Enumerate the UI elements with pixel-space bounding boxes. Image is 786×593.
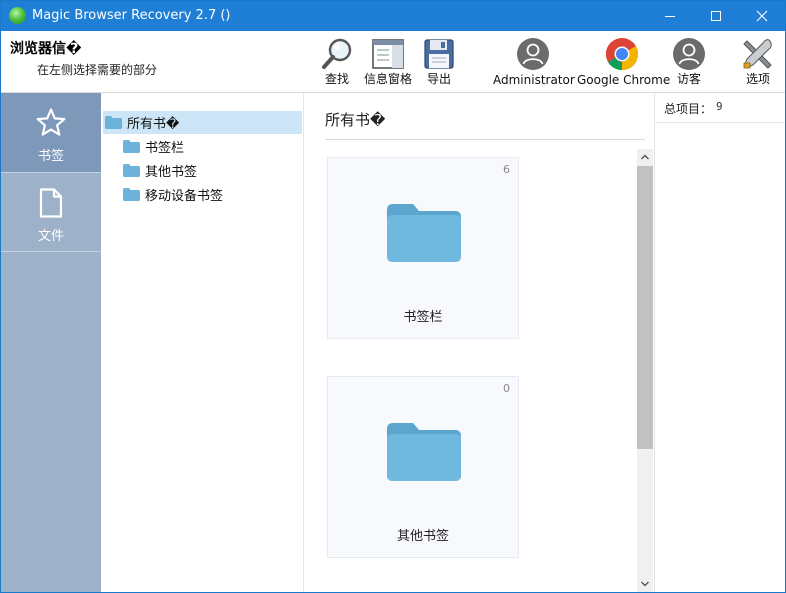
scroll-thumb[interactable]: [637, 166, 653, 449]
scroll-up-button[interactable]: [637, 149, 653, 165]
browser-chrome-label: Google Chrome: [577, 73, 671, 87]
chrome-icon: [605, 38, 639, 71]
star-icon: [36, 108, 66, 136]
bookmark-tree: 所有书� 书签栏 其他书签 移动设备书签: [101, 93, 303, 592]
search-button-label: 查找: [324, 72, 349, 86]
title-bar[interactable]: Magic Browser Recovery 2.7 (): [1, 1, 785, 31]
nav-item-bookmarks-label: 书签: [37, 149, 64, 164]
content-divider: [325, 139, 645, 140]
nav-item-files[interactable]: 文件: [1, 173, 101, 252]
folder-card-bookmarks-bar[interactable]: 6 书签栏: [327, 157, 519, 339]
profile-guest-label: 访客: [676, 72, 701, 86]
nav-divider: [1, 251, 101, 252]
close-button[interactable]: [739, 1, 785, 31]
info-pane-icon: [372, 39, 404, 69]
folder-icon: [123, 188, 140, 201]
user-avatar-icon: [517, 38, 549, 70]
maximize-icon: [711, 11, 721, 21]
minimize-icon: [665, 16, 675, 17]
nav-item-files-label: 文件: [37, 229, 64, 244]
search-button[interactable]: 查找: [317, 31, 357, 92]
app-logo-icon: [9, 7, 26, 24]
user-avatar-icon: [673, 38, 705, 70]
tree-node-label: 书签栏: [145, 141, 185, 156]
folder-icon: [387, 423, 461, 481]
options-button-label: 选项: [745, 72, 770, 86]
content-scrollbar[interactable]: [637, 149, 653, 592]
minimize-button[interactable]: [647, 1, 693, 31]
browser-chrome-button[interactable]: Google Chrome: [577, 31, 671, 92]
info-pane-button-label: 信息窗格: [363, 72, 412, 86]
folder-icon: [123, 140, 140, 153]
magnifier-icon: [322, 38, 352, 69]
profile-guest-button[interactable]: 访客: [669, 31, 709, 92]
total-items-row: 总项目： 9: [655, 93, 785, 123]
tools-icon: [743, 39, 772, 69]
tree-node-mobile-bookmarks[interactable]: 移动设备书签: [123, 183, 223, 206]
tree-node-label: 移动设备书签: [145, 189, 224, 204]
folder-icon: [105, 116, 122, 129]
tree-node-other-bookmarks[interactable]: 其他书签: [123, 159, 197, 182]
info-panel: 总项目： 9: [654, 93, 785, 592]
export-button[interactable]: 导出: [421, 31, 457, 92]
app-window: Magic Browser Recovery 2.7 () 浏览器信� 在左侧选…: [0, 0, 786, 593]
item-count: 6: [503, 163, 510, 176]
floppy-disk-icon: [424, 39, 454, 69]
chevron-up-icon: [641, 154, 649, 160]
toolbar: 浏览器信� 在左侧选择需要的部分 查找 信息窗格 导出 Administrato…: [1, 31, 785, 92]
folder-card-label: 其他书签: [396, 529, 449, 544]
window-title: Magic Browser Recovery 2.7 (): [32, 8, 231, 23]
total-items-label: 总项目：: [664, 102, 713, 116]
tree-node-label: 其他书签: [145, 165, 198, 180]
file-icon: [39, 188, 63, 218]
content-title: 所有书�: [325, 111, 386, 129]
export-button-label: 导出: [426, 72, 451, 86]
tree-node-all-bookmarks[interactable]: 所有书�: [103, 111, 302, 134]
folder-card-label: 书签栏: [403, 310, 443, 325]
item-count: 0: [503, 382, 510, 395]
options-button[interactable]: 选项: [737, 31, 779, 92]
left-nav: 书签 文件: [1, 93, 101, 592]
content-pane: 所有书� 6 书签栏 0 其他书签: [304, 93, 654, 592]
scroll-down-button[interactable]: [637, 576, 653, 592]
close-icon: [756, 10, 768, 22]
profile-administrator-button[interactable]: Administrator: [493, 31, 575, 92]
maximize-button[interactable]: [693, 1, 739, 31]
tree-node-bookmarks-bar[interactable]: 书签栏: [123, 135, 184, 158]
total-items-value: 9: [716, 100, 723, 113]
header-title: 浏览器信�: [10, 41, 82, 57]
nav-item-bookmarks[interactable]: 书签: [1, 93, 101, 172]
info-pane-button[interactable]: 信息窗格: [359, 31, 417, 92]
folder-icon: [123, 164, 140, 177]
tree-node-label: 所有书�: [127, 117, 180, 132]
header-subtitle: 在左侧选择需要的部分: [37, 63, 158, 77]
folder-icon: [387, 204, 461, 262]
profile-administrator-label: Administrator: [493, 73, 575, 87]
folder-card-other-bookmarks[interactable]: 0 其他书签: [327, 376, 519, 558]
chevron-down-icon: [641, 581, 649, 587]
